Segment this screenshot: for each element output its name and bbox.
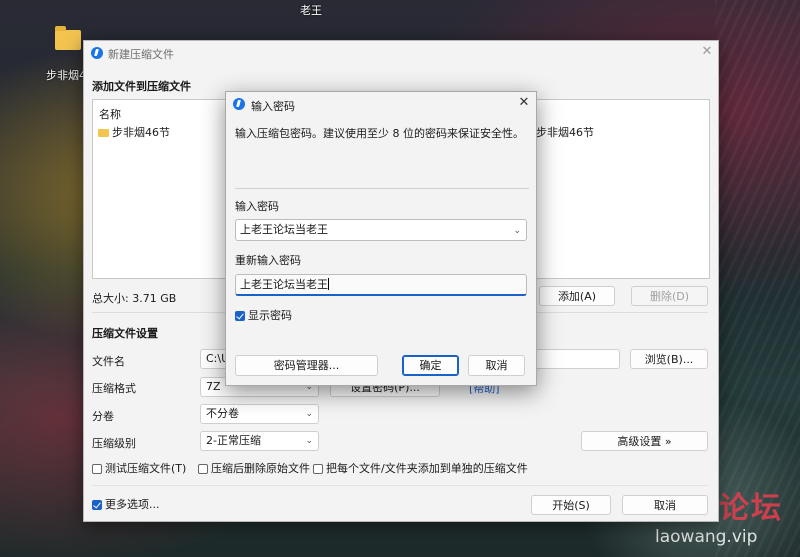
chevron-down-icon: ⌄ [305, 409, 313, 419]
desktop-folder-icon[interactable] [55, 26, 81, 50]
level-label: 压缩级别 [92, 437, 136, 450]
split-select[interactable]: 不分卷 ⌄ [200, 404, 319, 424]
split-label: 分卷 [92, 410, 114, 423]
watermark-url: laowang.vip [655, 527, 758, 547]
chevron-down-icon[interactable]: ⌄ [513, 221, 521, 241]
folder-icon [98, 129, 109, 137]
close-icon[interactable]: ✕ [699, 44, 715, 60]
checkbox-box [313, 464, 323, 474]
checkbox-box [198, 464, 208, 474]
checkbox-box [92, 500, 102, 510]
checkbox-box [235, 311, 245, 321]
delete-after-checkbox[interactable]: 压缩后删除原始文件 [198, 462, 310, 475]
password-label: 输入密码 [235, 200, 279, 213]
checkbox-box [92, 464, 102, 474]
password-dialog: 输入密码 ✕ 输入压缩包密码。建议使用至少 8 位的密码来保证安全性。 输入密码… [225, 91, 537, 386]
confirm-password-input[interactable]: 上老王论坛当老王 [235, 274, 527, 296]
column-header-name[interactable]: 名称 [99, 106, 121, 122]
filename-label: 文件名 [92, 355, 125, 368]
dialog-title: 输入密码 [251, 100, 295, 113]
archive-settings-title: 压缩文件设置 [92, 327, 158, 340]
password-manager-button[interactable]: 密码管理器... [235, 355, 378, 376]
more-options-checkbox[interactable]: 更多选项... [92, 498, 160, 511]
browse-button[interactable]: 浏览(B)... [630, 349, 708, 369]
close-icon[interactable]: ✕ [516, 95, 532, 110]
add-button[interactable]: 添加(A) [539, 286, 615, 306]
app-logo-icon [91, 47, 103, 59]
checkbox-label: 压缩后删除原始文件 [211, 462, 310, 475]
start-button[interactable]: 开始(S) [531, 495, 611, 515]
chevron-down-icon: ⌄ [305, 436, 313, 446]
text-caret [328, 278, 329, 290]
list-item-label: 步非烟46节 [536, 126, 594, 139]
cancel-button[interactable]: 取消 [622, 495, 708, 515]
divider [92, 485, 708, 486]
delete-button[interactable]: 删除(D) [631, 286, 708, 306]
list-item-label: 步非烟46节 [112, 126, 170, 139]
confirm-password-label: 重新输入密码 [235, 254, 301, 267]
split-value: 不分卷 [206, 407, 239, 420]
test-archive-checkbox[interactable]: 测试压缩文件(T) [92, 462, 186, 475]
checkbox-label: 把每个文件/文件夹添加到单独的压缩文件 [326, 462, 528, 475]
level-value: 2-正常压缩 [206, 434, 261, 447]
list-item[interactable]: 步非烟46节 [536, 124, 594, 140]
checkbox-label: 显示密码 [248, 309, 292, 322]
checkbox-label: 更多选项... [105, 498, 160, 511]
dialog-description: 输入压缩包密码。建议使用至少 8 位的密码来保证安全性。 [235, 127, 524, 140]
advanced-settings-button[interactable]: 高级设置 » [581, 431, 708, 451]
add-files-section-title: 添加文件到压缩文件 [92, 80, 191, 93]
separate-archives-checkbox[interactable]: 把每个文件/文件夹添加到单独的压缩文件 [313, 462, 528, 475]
ok-button[interactable]: 确定 [402, 355, 459, 376]
desktop-top-label: 老王 [300, 4, 322, 17]
window-title: 新建压缩文件 [108, 48, 174, 61]
format-label: 压缩格式 [92, 382, 136, 395]
list-item[interactable]: 步非烟46节 [98, 124, 170, 140]
show-password-checkbox[interactable]: 显示密码 [235, 309, 292, 322]
level-select[interactable]: 2-正常压缩 ⌄ [200, 431, 319, 451]
password-value: 上老王论坛当老王 [240, 223, 328, 236]
password-input[interactable]: 上老王论坛当老王 ⌄ [235, 219, 527, 241]
format-value: 7Z [206, 380, 221, 393]
dialog-cancel-button[interactable]: 取消 [468, 355, 525, 376]
app-logo-icon [233, 98, 245, 110]
total-size: 总大小: 3.71 GB [92, 292, 177, 305]
confirm-password-value: 上老王论坛当老王 [240, 278, 328, 291]
divider [235, 188, 529, 189]
checkbox-label: 测试压缩文件(T) [105, 462, 187, 475]
title-bar[interactable]: 新建压缩文件 ✕ [84, 41, 718, 65]
